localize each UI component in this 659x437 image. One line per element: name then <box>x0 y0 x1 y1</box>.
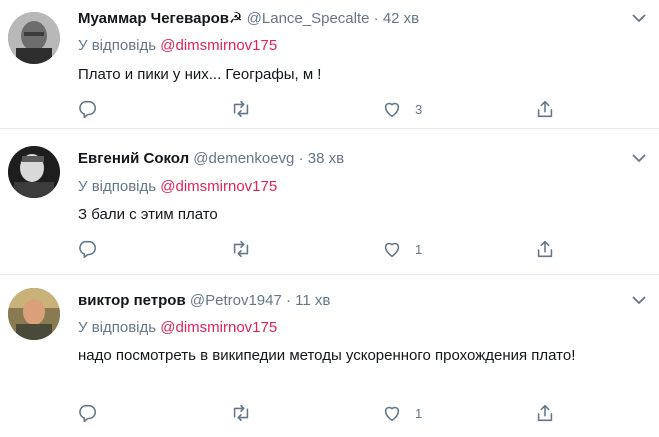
avatar[interactable] <box>8 146 60 198</box>
separator-dot: · <box>298 150 304 167</box>
author-name[interactable]: Муаммар Чегеваров <box>78 10 229 27</box>
reply-prefix: У відповідь <box>78 178 157 195</box>
retweet-button[interactable] <box>230 97 252 121</box>
reply-mention[interactable]: @dimsmirnov175 <box>160 37 277 54</box>
chevron-down-icon[interactable] <box>631 10 647 26</box>
author-handle[interactable]: @demenkoevg <box>193 150 294 167</box>
author-name-symbol: ☭ <box>229 10 243 27</box>
timestamp[interactable]: 38 хв <box>308 150 344 167</box>
tweet-2[interactable]: Евгений Сокол @demenkoevg · 38 хв У відп… <box>0 136 659 268</box>
tweet-actions: 1 <box>76 401 566 425</box>
chevron-down-icon[interactable] <box>631 292 647 308</box>
tweet-divider <box>0 128 659 129</box>
reply-prefix: У відповідь <box>78 319 157 336</box>
retweet-icon <box>233 100 249 118</box>
tweet-text: надо посмотреть в википедии методы ускор… <box>78 347 576 364</box>
author-name[interactable]: Евгений Сокол <box>78 150 189 167</box>
reply-icon <box>79 240 97 259</box>
like-count: 1 <box>415 241 423 257</box>
author-handle[interactable]: @Petrov1947 <box>190 292 282 309</box>
retweet-button[interactable] <box>230 237 252 261</box>
share-button[interactable] <box>534 237 556 261</box>
share-icon <box>537 240 553 258</box>
reply-icon <box>79 100 97 119</box>
tweet-text: З бали с этим плато <box>78 206 218 223</box>
tweet-divider <box>0 274 659 275</box>
like-icon <box>384 406 400 422</box>
reply-context: У відповідь @dimsmirnov175 <box>78 177 277 197</box>
tweet-1[interactable]: Муаммар Чегеваров☭ @Lance_Specalte · 42 … <box>0 0 659 128</box>
like-button[interactable]: 3 <box>381 97 422 121</box>
share-button[interactable] <box>534 401 556 425</box>
retweet-icon <box>233 404 249 422</box>
author-handle[interactable]: @Lance_Specalte <box>247 10 370 27</box>
reply-mention[interactable]: @dimsmirnov175 <box>160 178 277 195</box>
retweet-button[interactable] <box>230 401 252 425</box>
share-button[interactable] <box>534 97 556 121</box>
like-button[interactable]: 1 <box>381 401 422 425</box>
reply-button[interactable] <box>76 237 98 261</box>
share-icon <box>537 100 553 118</box>
tweet-3[interactable]: виктор петров @Petrov1947 · 11 хв У відп… <box>0 282 659 437</box>
reply-context: У відповідь @dimsmirnov175 <box>78 318 277 338</box>
tweet-header: виктор петров @Petrov1947 · 11 хв <box>78 291 330 311</box>
timestamp[interactable]: 11 хв <box>295 292 330 309</box>
avatar[interactable] <box>8 288 60 340</box>
separator-dot: · <box>373 10 379 27</box>
like-icon <box>384 102 400 118</box>
retweet-icon <box>233 240 249 258</box>
author-name[interactable]: виктор петров <box>78 292 186 309</box>
tweet-header: Муаммар Чегеваров☭ @Lance_Specalte · 42 … <box>78 9 419 29</box>
like-count: 1 <box>415 405 423 421</box>
reply-button[interactable] <box>76 401 98 425</box>
reply-context: У відповідь @dimsmirnov175 <box>78 36 277 56</box>
reply-icon <box>79 404 97 423</box>
like-button[interactable]: 1 <box>381 237 422 261</box>
like-count: 3 <box>415 101 423 117</box>
like-icon <box>384 242 400 258</box>
timestamp[interactable]: 42 хв <box>383 10 419 27</box>
reply-button[interactable] <box>76 97 98 121</box>
reply-prefix: У відповідь <box>78 37 157 54</box>
chevron-down-icon[interactable] <box>631 150 647 166</box>
separator-dot: · <box>286 292 291 309</box>
reply-mention[interactable]: @dimsmirnov175 <box>160 319 277 336</box>
tweet-header: Евгений Сокол @demenkoevg · 38 хв <box>78 149 344 169</box>
tweet-text: Плато и пики у них... Географы, м ! <box>78 66 322 83</box>
tweet-actions: 3 <box>76 97 566 121</box>
avatar[interactable] <box>8 12 60 64</box>
tweet-actions: 1 <box>76 237 566 261</box>
share-icon <box>537 404 553 422</box>
